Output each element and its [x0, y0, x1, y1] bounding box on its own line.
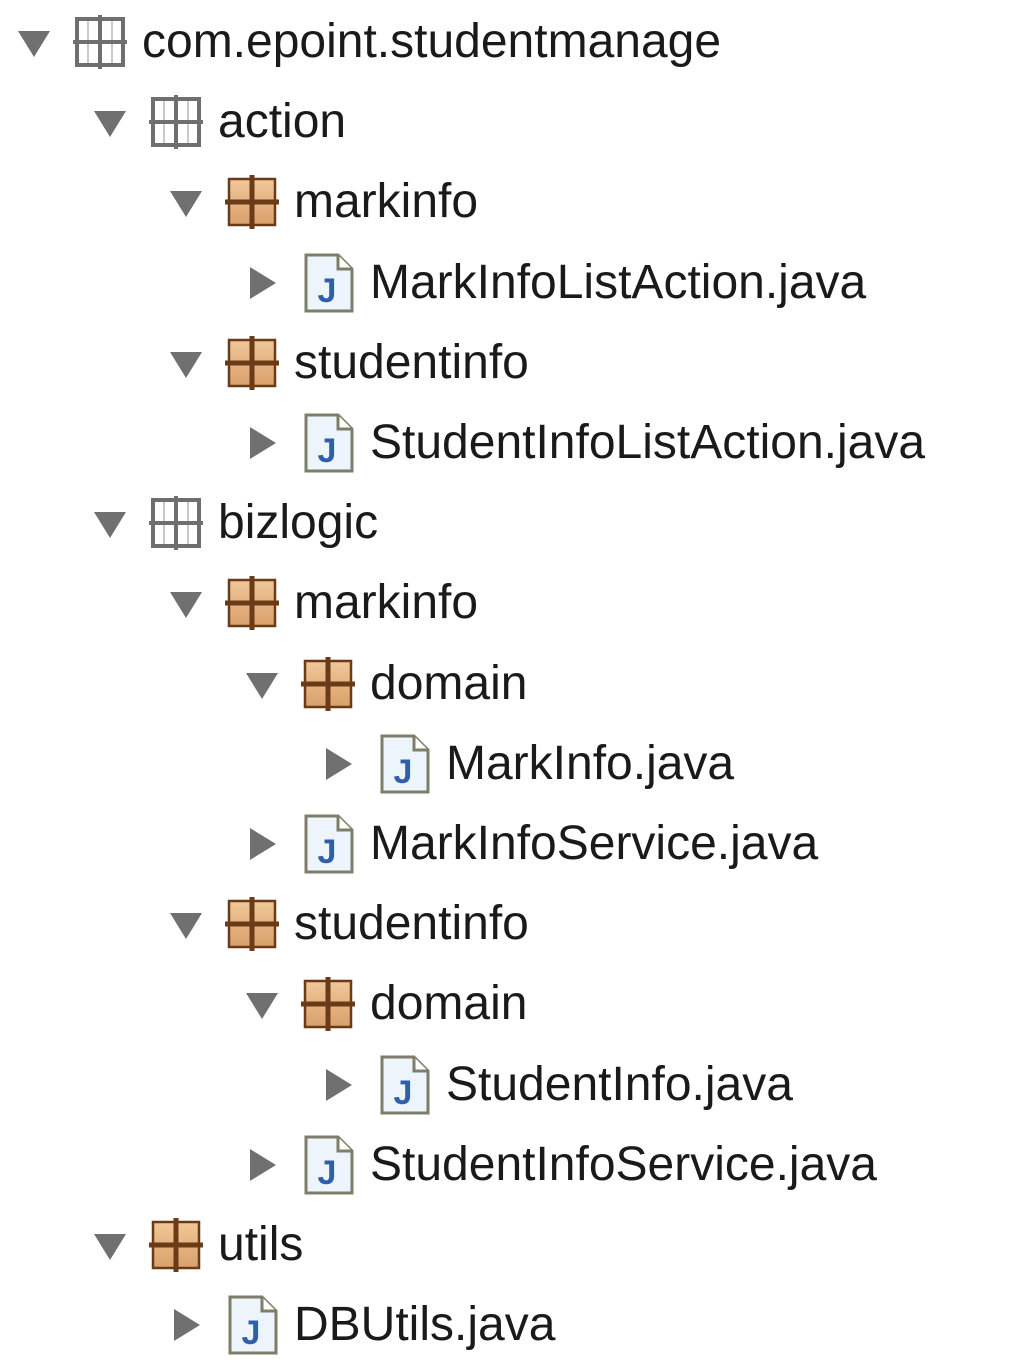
package-icon: [146, 1215, 206, 1275]
tree-item-package[interactable]: bizlogic: [88, 483, 378, 563]
tree-item-label: com.epoint.studentmanage: [142, 15, 722, 68]
tree-item-label: StudentInfoService.java: [370, 1137, 877, 1191]
package-icon: [222, 573, 282, 633]
tree-item-package[interactable]: utils: [88, 1205, 303, 1285]
triangle-down-icon[interactable]: [240, 982, 284, 1026]
package-icon: [222, 894, 282, 954]
tree-item-package[interactable]: markinfo: [164, 563, 478, 643]
tree-item-label: MarkInfo.java: [446, 736, 735, 790]
tree-item-package[interactable]: com.epoint.studentmanage: [12, 2, 721, 82]
triangle-right-icon[interactable]: [316, 1063, 360, 1107]
triangle-down-icon[interactable]: [12, 20, 56, 64]
tree-item-label: DBUtils.java: [294, 1298, 556, 1352]
tree-item-label: studentinfo: [294, 335, 529, 389]
triangle-right-icon[interactable]: [240, 822, 284, 866]
tree-item-label: MarkInfoListAction.java: [370, 255, 867, 309]
tree-item-label: domain: [370, 656, 528, 710]
tree-item-file[interactable]: J DBUtils.java: [164, 1285, 555, 1365]
svg-text:J: J: [318, 833, 337, 871]
tree-item-package[interactable]: studentinfo: [164, 884, 529, 964]
tree-item-package[interactable]: studentinfo: [164, 323, 529, 403]
tree-item-label: markinfo: [294, 175, 479, 229]
tree-item-file[interactable]: J StudentInfoService.java: [240, 1125, 877, 1205]
tree-item-package[interactable]: domain: [240, 644, 527, 724]
triangle-down-icon[interactable]: [88, 100, 132, 144]
package-explorer-tree: com.epoint.studentmanage action markinfo J M…: [0, 0, 1026, 1355]
triangle-down-icon[interactable]: [240, 662, 284, 706]
tree-item-file[interactable]: J MarkInfoListAction.java: [240, 243, 866, 323]
tree-item-label: markinfo: [294, 576, 479, 630]
java-file-icon: J: [374, 734, 434, 794]
package-icon: [222, 333, 282, 393]
triangle-down-icon[interactable]: [164, 180, 208, 224]
triangle-right-icon[interactable]: [240, 1143, 284, 1187]
java-file-icon: J: [374, 1055, 434, 1115]
triangle-right-icon[interactable]: [240, 421, 284, 465]
triangle-down-icon[interactable]: [88, 1223, 132, 1267]
triangle-down-icon[interactable]: [88, 501, 132, 545]
package-icon: [298, 654, 358, 714]
svg-text:J: J: [394, 753, 413, 791]
tree-item-file[interactable]: J StudentInfo.java: [316, 1045, 793, 1125]
tree-item-label: studentinfo: [294, 897, 529, 951]
java-file-icon: J: [298, 413, 358, 473]
tree-item-label: utils: [218, 1218, 304, 1271]
java-file-icon: J: [298, 1135, 358, 1195]
triangle-down-icon[interactable]: [164, 581, 208, 625]
triangle-down-icon[interactable]: [164, 902, 208, 946]
empty-package-icon: [70, 12, 130, 72]
tree-item-package[interactable]: markinfo: [164, 162, 478, 242]
svg-text:J: J: [394, 1074, 413, 1112]
tree-item-file[interactable]: J StudentInfoListAction.java: [240, 403, 925, 483]
triangle-right-icon[interactable]: [164, 1303, 208, 1347]
package-icon: [222, 172, 282, 232]
svg-text:J: J: [242, 1314, 261, 1352]
tree-item-package[interactable]: action: [88, 82, 346, 162]
tree-item-label: MarkInfoService.java: [370, 817, 819, 870]
svg-text:J: J: [318, 1154, 337, 1192]
tree-item-label: action: [218, 95, 347, 149]
empty-package-icon: [146, 92, 206, 152]
tree-item-file[interactable]: J MarkInfoService.java: [240, 804, 818, 884]
tree-item-label: bizlogic: [218, 496, 379, 550]
svg-text:J: J: [318, 432, 337, 470]
tree-item-label: StudentInfo.java: [446, 1057, 793, 1111]
triangle-right-icon[interactable]: [316, 742, 360, 786]
tree-item-package[interactable]: domain: [240, 964, 527, 1044]
svg-text:J: J: [318, 272, 337, 310]
java-file-icon: J: [298, 814, 358, 874]
empty-package-icon: [146, 493, 206, 553]
java-file-icon: J: [298, 253, 358, 313]
package-icon: [298, 974, 358, 1034]
triangle-down-icon[interactable]: [164, 341, 208, 385]
tree-item-file[interactable]: J MarkInfo.java: [316, 724, 734, 804]
java-file-icon: J: [222, 1295, 282, 1355]
tree-item-label: domain: [370, 977, 528, 1031]
tree-item-label: StudentInfoListAction.java: [370, 416, 926, 469]
triangle-right-icon[interactable]: [240, 261, 284, 305]
